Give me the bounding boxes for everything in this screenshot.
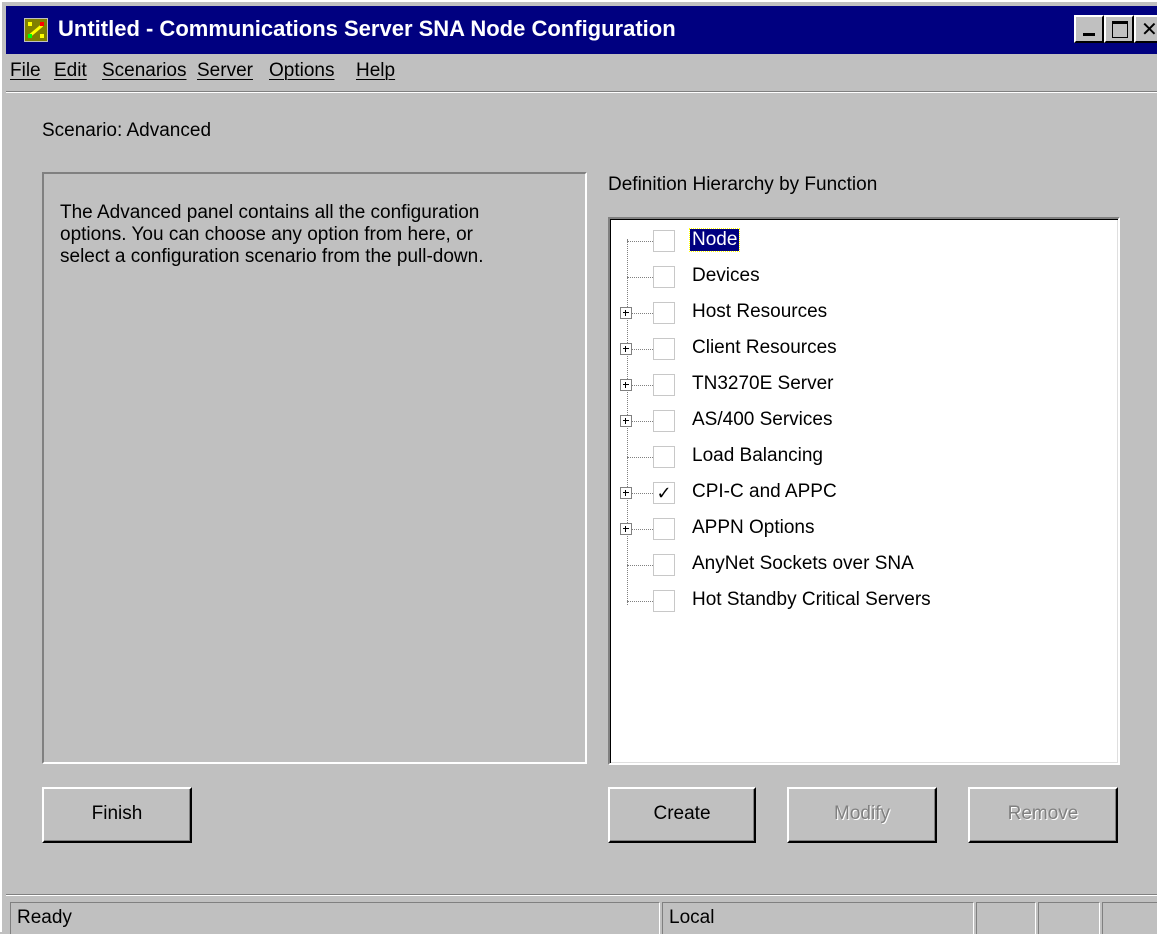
menu-options[interactable]: Options (269, 60, 334, 82)
minimize-button[interactable] (1074, 15, 1104, 43)
status-message: Ready (10, 902, 660, 934)
tree-item-checkbox[interactable] (653, 266, 675, 288)
tree-item[interactable]: Node (610, 223, 1110, 259)
tree-item-label[interactable]: Load Balancing (690, 445, 825, 467)
tree-item-label[interactable]: Devices (690, 265, 762, 287)
tree-item-checkbox[interactable] (653, 554, 675, 576)
status-location: Local (662, 902, 974, 934)
expand-plus-icon[interactable] (620, 523, 632, 535)
status-panel-1 (976, 902, 1036, 934)
status-panel-2 (1038, 902, 1100, 934)
menu-bar: File Edit Scenarios Server Options Help (6, 57, 1156, 89)
tree-item[interactable]: Devices (610, 259, 1110, 295)
tree-item-label[interactable]: Host Resources (690, 301, 829, 323)
tree-item[interactable]: Host Resources (610, 295, 1110, 331)
menu-help[interactable]: Help (356, 60, 395, 82)
window-title: Untitled - Communications Server SNA Nod… (58, 16, 676, 41)
tree-item-label[interactable]: Client Resources (690, 337, 839, 359)
tree-item-checkbox[interactable] (653, 590, 675, 612)
tree-item-checkbox[interactable] (653, 410, 675, 432)
finish-button[interactable]: Finish (42, 787, 192, 843)
app-icon[interactable] (24, 18, 48, 42)
tree-item-checkbox[interactable] (653, 518, 675, 540)
tree-connector (627, 241, 653, 242)
description-text: The Advanced panel contains all the conf… (60, 202, 484, 267)
tree-connector (627, 457, 653, 458)
title-bar[interactable]: Untitled - Communications Server SNA Nod… (6, 6, 1157, 54)
tree-item-checkbox[interactable] (653, 374, 675, 396)
tree-item-label[interactable]: Hot Standby Critical Servers (690, 589, 933, 611)
tree-item-checkbox[interactable] (653, 446, 675, 468)
tree-item-label[interactable]: Node (688, 228, 741, 252)
tree-connector (627, 565, 653, 566)
tree-item[interactable]: Load Balancing (610, 439, 1110, 475)
tree-item[interactable]: ✓ CPI-C and APPC (610, 475, 1110, 511)
tree-item[interactable]: Client Resources (610, 331, 1110, 367)
expand-plus-icon[interactable] (620, 379, 632, 391)
expand-plus-icon[interactable] (620, 307, 632, 319)
tree-connector (627, 601, 653, 602)
definition-tree[interactable]: Node Devices Host Resources Client Resource… (608, 217, 1120, 765)
tree-item-checkbox[interactable] (653, 230, 675, 252)
tree-item-label[interactable]: AS/400 Services (690, 409, 834, 431)
status-separator (6, 894, 1157, 896)
tree-item[interactable]: TN3270E Server (610, 367, 1110, 403)
expand-plus-icon[interactable] (620, 487, 632, 499)
app-window: Untitled - Communications Server SNA Nod… (0, 0, 1157, 934)
maximize-button[interactable] (1104, 15, 1134, 43)
remove-button[interactable]: Remove (968, 787, 1118, 843)
tree-item-label[interactable]: CPI-C and APPC (690, 481, 839, 503)
tree-connector (627, 277, 653, 278)
menu-separator (6, 91, 1157, 93)
menu-file[interactable]: File (10, 60, 41, 82)
tree-item-checkbox[interactable] (653, 338, 675, 360)
tree-item-checkbox[interactable] (653, 302, 675, 324)
tree-item[interactable]: AS/400 Services (610, 403, 1110, 439)
menu-edit[interactable]: Edit (54, 60, 87, 82)
status-panel-3 (1102, 902, 1157, 934)
tree-item[interactable]: Hot Standby Critical Servers (610, 583, 1110, 619)
create-button[interactable]: Create (608, 787, 756, 843)
tree-item[interactable]: APPN Options (610, 511, 1110, 547)
expand-plus-icon[interactable] (620, 415, 632, 427)
modify-button[interactable]: Modify (787, 787, 937, 843)
close-button[interactable] (1134, 15, 1157, 43)
description-panel: The Advanced panel contains all the conf… (42, 172, 587, 764)
menu-server[interactable]: Server (197, 60, 253, 82)
tree-item-label[interactable]: TN3270E Server (690, 373, 836, 395)
tree-item[interactable]: AnyNet Sockets over SNA (610, 547, 1110, 583)
tree-item-label[interactable]: APPN Options (690, 517, 817, 539)
menu-scenarios[interactable]: Scenarios (102, 60, 187, 82)
tree-item-label[interactable]: AnyNet Sockets over SNA (690, 553, 916, 575)
tree-item-checkbox[interactable]: ✓ (653, 482, 675, 504)
tree-heading: Definition Hierarchy by Function (608, 174, 878, 195)
expand-plus-icon[interactable] (620, 343, 632, 355)
scenario-label: Scenario: Advanced (42, 120, 212, 141)
